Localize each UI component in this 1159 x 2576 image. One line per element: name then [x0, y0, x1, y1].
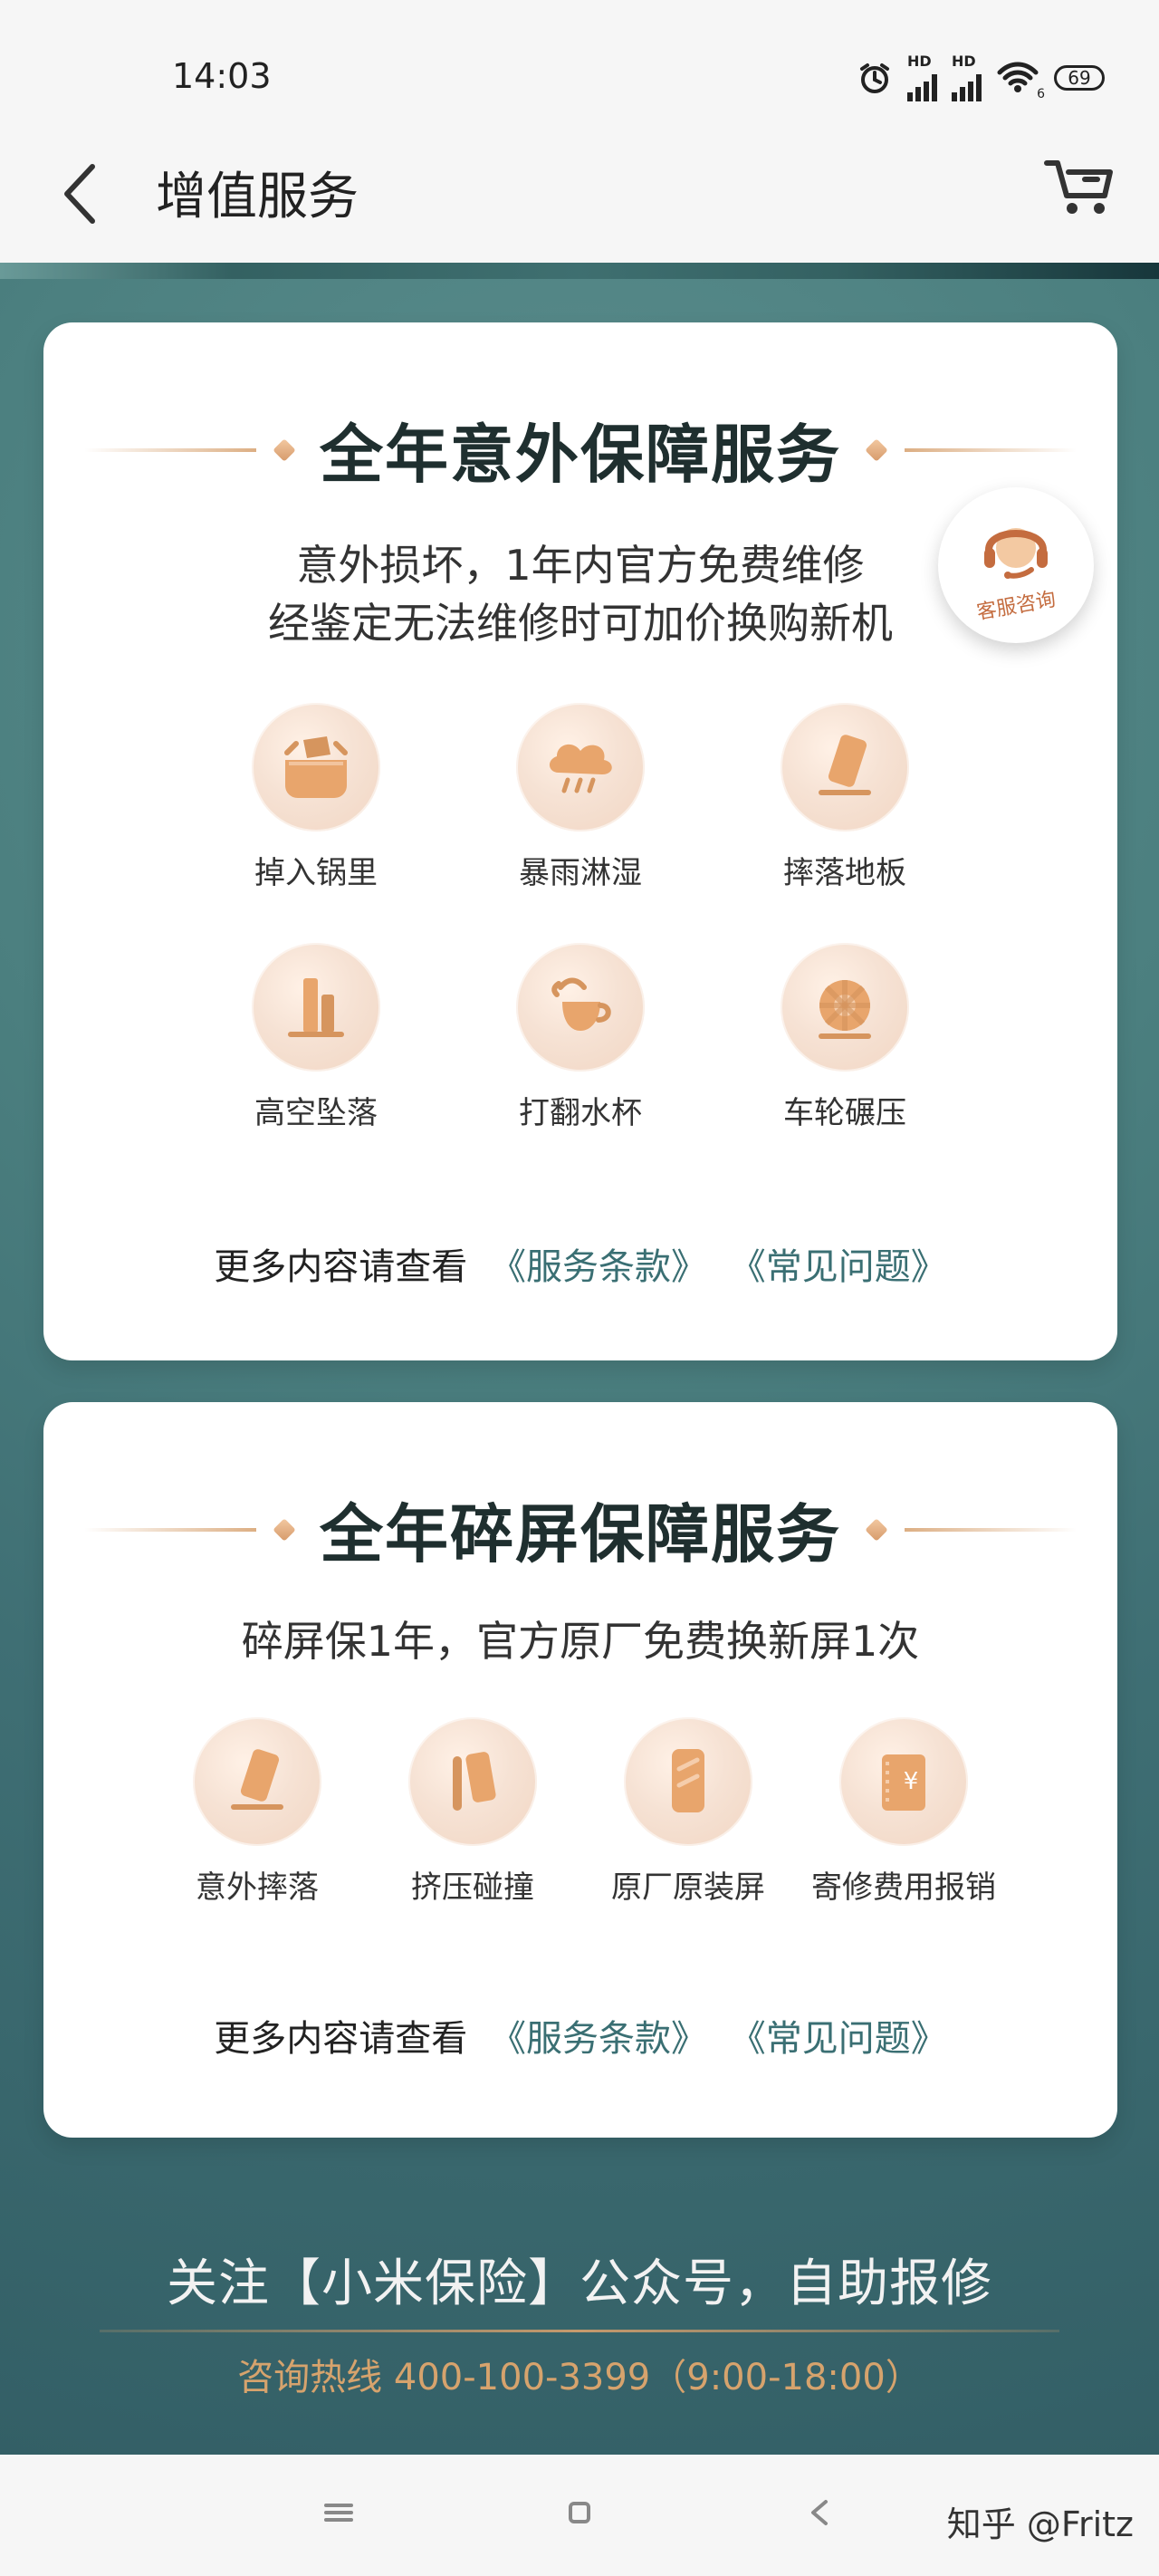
signal-bars-2: [952, 71, 982, 101]
signal-label-1: HD: [907, 53, 932, 70]
title-line-left: [84, 447, 256, 452]
svg-text:¥: ¥: [904, 1768, 919, 1795]
wifi-icon: 6: [996, 60, 1045, 101]
phone-drop-icon: [193, 1717, 321, 1846]
feature-label: 挤压碰撞: [411, 1870, 534, 1906]
home-icon: [569, 2502, 590, 2523]
accident-title-row: 全年意外保障服务: [43, 404, 1117, 495]
squeeze-icon: [408, 1717, 537, 1846]
feature-item: 车轮碾压: [713, 943, 977, 1132]
screen-feature-grid: 意外摔落 挤压碰撞 原厂原装屏 ¥ 寄修费用报销: [43, 1717, 1117, 1907]
hotline-text: 咨询热线 400-100-3399（9:00-18:00）: [237, 2357, 922, 2398]
receipt-yen-icon: ¥: [839, 1717, 968, 1846]
screen-title: 全年碎屏保障服务: [320, 1497, 841, 1572]
feature-item: 摔落地板: [713, 703, 977, 892]
feature-item: 打翻水杯: [448, 943, 713, 1132]
menu-icon: [324, 2504, 353, 2522]
screen-icon: [624, 1717, 752, 1846]
feature-item: 掉入锅里: [184, 703, 448, 892]
menu-button[interactable]: [311, 2485, 366, 2540]
signal-bars-1: [907, 71, 937, 101]
diamond-ornament-right: [865, 1517, 888, 1542]
signal-icon-2: HD: [952, 54, 982, 101]
feature-item: 挤压碰撞: [365, 1717, 580, 1907]
signal-icon-1: HD: [907, 54, 937, 101]
rain-cloud-icon: [516, 703, 645, 831]
title-line-right: [905, 447, 1077, 452]
customer-support-button[interactable]: 客服咨询: [938, 487, 1094, 643]
watermark: 知乎 @Fritz: [946, 2504, 1134, 2544]
accident-title: 全年意外保障服务: [320, 418, 841, 492]
feature-item: 暴雨淋湿: [448, 703, 713, 892]
pot-icon: [252, 703, 380, 831]
accident-more-links: 更多内容请查看 《服务条款》 《常见问题》: [43, 1237, 1117, 1290]
feature-item: 意外摔落: [149, 1717, 365, 1907]
screen-more-links: 更多内容请查看 《服务条款》 《常见问题》: [43, 2009, 1117, 2062]
phone-drop-icon: [781, 703, 909, 831]
signal-label-2: HD: [952, 53, 976, 70]
page-title: 增值服务: [156, 168, 359, 226]
feature-label: 意外摔落: [196, 1870, 319, 1906]
feature-label: 原厂原装屏: [611, 1870, 765, 1906]
more-prefix: 更多内容请查看: [214, 2018, 468, 2060]
feature-item: ¥ 寄修费用报销: [796, 1717, 1011, 1907]
status-time: 14:03: [172, 56, 272, 96]
follow-wechat-text: 关注【小米保险】公众号，自助报修: [167, 2254, 992, 2313]
screen-protection-card: 全年碎屏保障服务 碎屏保1年，官方原厂免费换新屏1次 意外摔落 挤压碰撞 原厂原…: [43, 1402, 1117, 2138]
feature-label: 掉入锅里: [254, 855, 378, 891]
accident-feature-grid: 掉入锅里 暴雨淋湿 摔落地板 高空坠落 打翻水杯 车轮碾压: [43, 703, 1117, 1132]
screen-subtitle: 碎屏保1年，官方原厂免费换新屏1次: [241, 1617, 920, 1666]
accident-protection-card: 全年意外保障服务 意外损坏，1年内官方免费维修 经鉴定无法维修时可加价换购新机 …: [43, 322, 1117, 1360]
diamond-ornament-left: [273, 437, 296, 462]
back-icon: [811, 2500, 828, 2525]
feature-label: 高空坠落: [254, 1095, 378, 1131]
battery-level: 69: [1068, 67, 1091, 89]
status-icons: HD HD 6 69: [857, 54, 1105, 101]
battery-indicator: 69: [1054, 65, 1105, 91]
wheel-icon: [781, 943, 909, 1072]
top-background-strip: [0, 263, 1159, 279]
feature-label: 车轮碾压: [783, 1095, 906, 1131]
cart-button[interactable]: [1041, 154, 1116, 219]
faq-link[interactable]: 《常见问题》: [730, 2018, 947, 2060]
diamond-ornament-left: [273, 1517, 296, 1542]
terms-link[interactable]: 《服务条款》: [490, 2018, 707, 2060]
feature-label: 暴雨淋湿: [519, 855, 642, 891]
title-line-left: [84, 1527, 256, 1532]
feature-label: 摔落地板: [783, 855, 906, 891]
screen-title-row: 全年碎屏保障服务: [43, 1484, 1117, 1575]
spilled-cup-icon: [516, 943, 645, 1072]
feature-item: 高空坠落: [184, 943, 448, 1132]
more-prefix: 更多内容请查看: [214, 1246, 468, 1288]
wifi-badge: 6: [1037, 87, 1045, 101]
faq-link[interactable]: 《常见问题》: [730, 1246, 947, 1288]
feature-label: 打翻水杯: [519, 1095, 642, 1131]
system-back-button[interactable]: [793, 2485, 848, 2540]
feature-item: 原厂原装屏: [580, 1717, 796, 1907]
footer-divider: [100, 2330, 1059, 2332]
feature-label: 寄修费用报销: [811, 1870, 996, 1906]
home-button[interactable]: [552, 2485, 607, 2540]
alarm-icon: [857, 60, 893, 96]
high-fall-icon: [252, 943, 380, 1072]
terms-link[interactable]: 《服务条款》: [490, 1246, 707, 1288]
back-button[interactable]: [56, 161, 103, 226]
diamond-ornament-right: [865, 437, 888, 462]
title-line-right: [905, 1527, 1077, 1532]
